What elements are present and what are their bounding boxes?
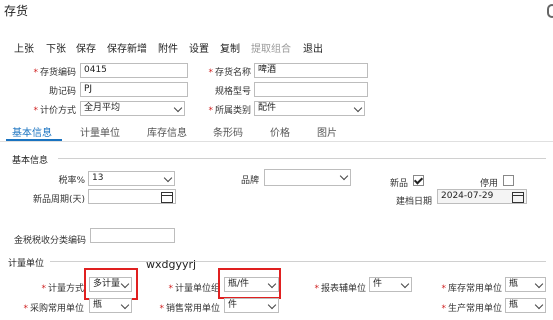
tax-class-label: 金税税收分类编码: [13, 236, 86, 246]
category-select[interactable]: 配件: [254, 101, 365, 116]
units-section-title: 计量单位: [8, 259, 45, 269]
spec-label: 规格型号: [214, 87, 251, 97]
created-date-label: 建档日期: [395, 197, 432, 207]
window-title: 存货: [4, 4, 29, 18]
chevron-down-icon: [400, 279, 410, 289]
chevron-down-icon: [534, 279, 544, 289]
prev-button[interactable]: 上张: [14, 40, 34, 55]
stock-unit-select[interactable]: 瓶: [505, 277, 546, 292]
chevron-down-icon: [163, 173, 173, 183]
unit-group-highlight: [218, 268, 281, 299]
chevron-down-icon: [534, 300, 544, 310]
sales-unit-value: 件: [228, 300, 238, 310]
brand-select[interactable]: [264, 169, 351, 186]
chevron-down-icon: [353, 103, 363, 113]
next-button[interactable]: 下张: [46, 40, 66, 55]
tab-price[interactable]: 价格: [270, 124, 290, 139]
name-input[interactable]: 啤酒: [254, 63, 368, 78]
tab-divider: [0, 141, 553, 142]
copy-button[interactable]: 复制: [220, 40, 240, 55]
tax-rate-value: 13: [92, 173, 104, 183]
purchase-unit-select[interactable]: 瓶: [89, 298, 132, 313]
sales-unit-select[interactable]: 件: [224, 298, 279, 313]
disabled-checkbox[interactable]: [503, 175, 514, 186]
pricing-select[interactable]: 全月平均: [80, 101, 185, 116]
unit-mode-label: * 计量方式: [41, 284, 84, 294]
report-unit-select[interactable]: 件: [369, 277, 412, 292]
production-unit-select[interactable]: 瓶: [505, 298, 546, 313]
tax-rate-label: 税率%: [58, 176, 85, 186]
spec-input[interactable]: [254, 82, 368, 97]
chevron-down-icon: [120, 300, 130, 310]
close-icon[interactable]: [547, 4, 553, 18]
code-label: * 存货编码: [33, 68, 76, 78]
pricing-label: * 计价方式: [33, 106, 76, 116]
category-value: 配件: [258, 103, 277, 113]
exit-button[interactable]: 退出: [303, 40, 323, 55]
stock-unit-value: 瓶: [509, 279, 519, 289]
new-label: 新品: [389, 179, 408, 189]
section-divider: [58, 158, 546, 159]
mnemonic-input[interactable]: PJ: [80, 82, 188, 97]
tax-rate-select[interactable]: 13: [88, 171, 175, 186]
tab-stock-info[interactable]: 库存信息: [147, 124, 187, 139]
report-unit-label: * 报表辅单位: [314, 284, 366, 294]
calculator-icon[interactable]: [161, 192, 173, 203]
chevron-down-icon: [339, 171, 349, 181]
stock-unit-label: * 库存常用单位: [441, 284, 502, 294]
name-label: * 存货名称: [208, 68, 251, 78]
production-unit-value: 瓶: [509, 300, 519, 310]
tab-image[interactable]: 图片: [317, 124, 337, 139]
purchase-unit-value: 瓶: [93, 300, 103, 310]
sales-unit-label: * 销售常用单位: [159, 304, 220, 314]
extract-combo-button[interactable]: 提取组合: [251, 40, 291, 55]
save-new-button[interactable]: 保存新增: [107, 40, 147, 55]
report-unit-value: 件: [373, 279, 383, 289]
new-checkbox[interactable]: [413, 175, 424, 186]
tab-basic-info[interactable]: 基本信息: [12, 124, 52, 139]
code-input[interactable]: 0415: [80, 63, 188, 78]
brand-label: 品牌: [240, 176, 259, 186]
settings-button[interactable]: 设置: [189, 40, 209, 55]
disabled-label: 停用: [479, 179, 498, 189]
purchase-unit-label: * 采购常用单位: [23, 304, 84, 314]
calendar-icon[interactable]: [512, 192, 524, 203]
unit-group-label: * 计量单位组: [168, 284, 220, 294]
watermark-text: wxdgyyrj: [146, 258, 197, 271]
category-label: * 所属类别: [208, 106, 251, 116]
chevron-down-icon: [173, 103, 183, 113]
attach-button[interactable]: 附件: [158, 40, 178, 55]
section-divider: [50, 261, 546, 262]
active-tab-indicator: [6, 139, 62, 141]
chevron-down-icon: [267, 300, 277, 310]
tab-barcode[interactable]: 条形码: [213, 124, 243, 139]
unit-mode-highlight: [84, 268, 138, 300]
mnemonic-label: 助记码: [48, 87, 76, 97]
save-button[interactable]: 保存: [76, 40, 96, 55]
pricing-value: 全月平均: [84, 103, 121, 113]
new-cycle-label: 新品周期(天): [32, 195, 85, 205]
tab-units[interactable]: 计量单位: [80, 124, 120, 139]
production-unit-label: * 生产常用单位: [441, 304, 502, 314]
basic-info-section-title: 基本信息: [12, 156, 49, 166]
tax-class-input[interactable]: [90, 228, 175, 243]
